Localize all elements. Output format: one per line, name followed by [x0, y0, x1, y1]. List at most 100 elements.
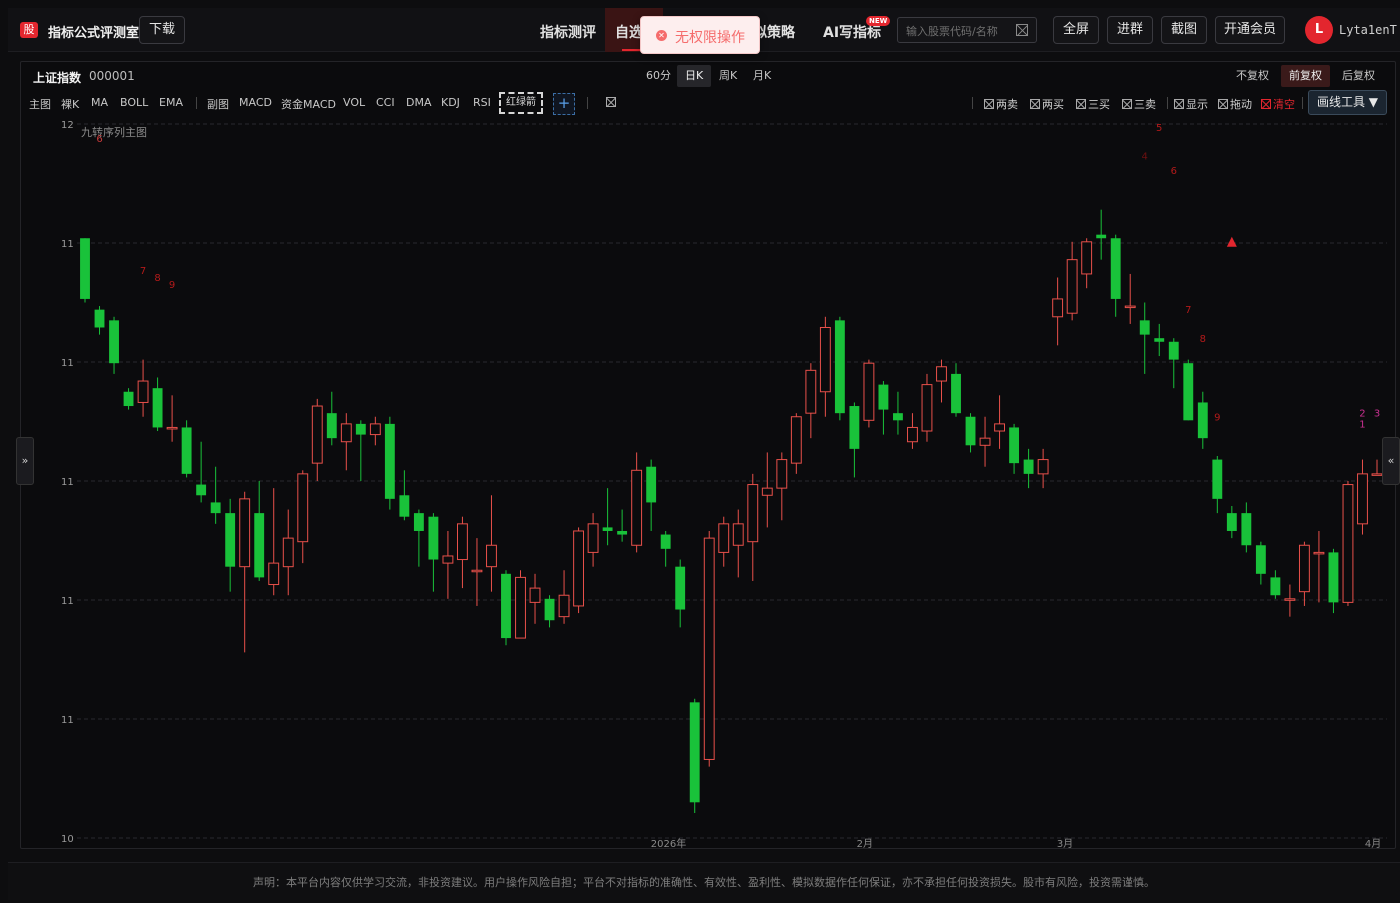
checkbox-icon [1076, 99, 1086, 109]
candle-body [1052, 298, 1064, 318]
indicator-boll[interactable]: BOLL [120, 96, 148, 109]
candle-body [457, 523, 468, 561]
signal-three-buy[interactable]: 三买 [1076, 96, 1110, 112]
screenshot-button[interactable]: 截图 [1161, 16, 1207, 44]
toolbar-divider [1302, 97, 1303, 109]
indicator-main[interactable]: 主图 [29, 96, 51, 112]
fullscreen-button[interactable]: 全屏 [1053, 16, 1099, 44]
candle-body [631, 469, 643, 546]
signal-two-buy[interactable]: 两买 [1030, 96, 1064, 112]
candle-body [123, 391, 134, 407]
checkbox-icon [1218, 99, 1228, 109]
candle-body [732, 523, 744, 546]
candle-body [1168, 341, 1179, 360]
nav-watchlist[interactable]: 自选 [615, 22, 643, 42]
indicator-fund-macd[interactable]: 资金MACD [281, 96, 336, 112]
option-drag[interactable]: 拖动 [1218, 96, 1252, 112]
y-tick-label: 11 [61, 358, 74, 369]
period-monthly[interactable]: 月K [745, 65, 779, 87]
candle-body [1197, 402, 1208, 439]
checkbox-icon [1030, 99, 1040, 109]
adjust-forward[interactable]: 前复权 [1281, 65, 1330, 87]
indicator-naked-k[interactable]: 裸K [61, 96, 79, 112]
nav-indicator-eval[interactable]: 指标测评 [540, 22, 596, 42]
signal-three-sell[interactable]: 三卖 [1122, 96, 1156, 112]
candle-body [1284, 598, 1296, 601]
clear-button[interactable]: 清空 [1261, 96, 1295, 112]
candle-body [878, 384, 889, 410]
candle-body [239, 498, 251, 568]
candle-body [675, 566, 686, 610]
candle-body [413, 513, 424, 531]
candle-body [196, 484, 207, 496]
candlestick-chart[interactable]: 12111111111110 2026年 2月 3月 4月九转序列主图678954678… [21, 116, 1391, 848]
period-daily[interactable]: 日K [677, 65, 712, 87]
candle-body [1110, 238, 1121, 299]
period-60min[interactable]: 60分 [638, 65, 679, 87]
td-sequence-label: 8 [154, 273, 160, 284]
candle-body [1241, 513, 1252, 546]
user-avatar[interactable]: L [1305, 16, 1333, 44]
signal-label: 三卖 [1134, 98, 1156, 111]
y-tick-label: 12 [61, 120, 74, 131]
candle-body [355, 423, 366, 435]
candle-body [1009, 427, 1020, 464]
y-tick-label: 10 [61, 834, 74, 845]
indicator-cci[interactable]: CCI [376, 96, 395, 109]
signal-two-sell[interactable]: 两卖 [984, 96, 1018, 112]
app-logo-icon: 股 [20, 22, 38, 38]
stock-search-input[interactable] [906, 22, 1014, 40]
candle-body [428, 516, 439, 560]
indicator-macd[interactable]: MACD [239, 96, 272, 109]
indicator-toggle[interactable] [606, 96, 618, 109]
signal-label: 两买 [1042, 98, 1064, 111]
indicator-vol[interactable]: VOL [343, 96, 365, 109]
indicator-kdj[interactable]: KDJ [441, 96, 460, 109]
candle-body [849, 406, 860, 449]
add-indicator-button[interactable]: + [553, 93, 575, 115]
td-sequence-label: 6 [96, 134, 102, 145]
error-circle-icon: ✕ [656, 30, 667, 41]
vip-button[interactable]: 开通会员 [1215, 16, 1285, 44]
draw-tools-dropdown[interactable]: 画线工具 ▼ [1308, 90, 1387, 115]
indicator-sub[interactable]: 副图 [207, 96, 229, 112]
indicator-ma[interactable]: MA [91, 96, 108, 109]
option-label: 拖动 [1230, 98, 1252, 111]
signal-label: 两卖 [996, 98, 1018, 111]
download-button[interactable]: 下载 [139, 16, 185, 44]
stock-search[interactable] [897, 17, 1037, 43]
period-weekly[interactable]: 周K [711, 65, 745, 87]
indicator-dma[interactable]: DMA [406, 96, 432, 109]
candle-body [790, 416, 802, 464]
username[interactable]: Lyta1enT [1339, 23, 1397, 37]
adjust-backward[interactable]: 后复权 [1334, 65, 1383, 87]
candle-body [181, 427, 192, 474]
footer-disclaimer: 声明：本平台内容仅供学习交流，非投资建议。用户操作风险自担；平台不对指标的准确性… [8, 862, 1400, 900]
option-show[interactable]: 显示 [1174, 96, 1208, 112]
candle-body [268, 562, 280, 586]
candle-body [1212, 459, 1223, 499]
app-title: 指标公式评测室 [48, 26, 140, 41]
indicator-red-green-arrow[interactable]: 红绿箭 [499, 92, 543, 114]
indicator-rsi[interactable]: RSI [473, 96, 491, 109]
td-sequence-label: 7 [140, 266, 146, 277]
x-tick-label: 2026年 [651, 837, 686, 848]
x-tick-label: 2月 [857, 838, 873, 848]
candle-body [282, 537, 294, 568]
expand-left-handle[interactable]: » [16, 437, 34, 485]
candle-body [1328, 552, 1339, 603]
indicator-ema[interactable]: EMA [159, 96, 183, 109]
candle-body [399, 495, 410, 517]
y-tick-label: 11 [61, 596, 74, 607]
toolbar-divider [972, 97, 973, 109]
candle-body [1255, 545, 1266, 574]
search-clear-icon[interactable] [1016, 24, 1028, 36]
candle-body [936, 366, 947, 382]
candle-body [1066, 259, 1078, 314]
adjust-none[interactable]: 不复权 [1228, 65, 1277, 87]
toolbar-divider [587, 97, 588, 109]
join-group-button[interactable]: 进群 [1107, 16, 1153, 44]
overlay-label: 九转序列主图 [81, 125, 147, 139]
x-tick-label: 3月 [1057, 838, 1073, 848]
expand-right-handle[interactable]: « [1382, 437, 1400, 485]
